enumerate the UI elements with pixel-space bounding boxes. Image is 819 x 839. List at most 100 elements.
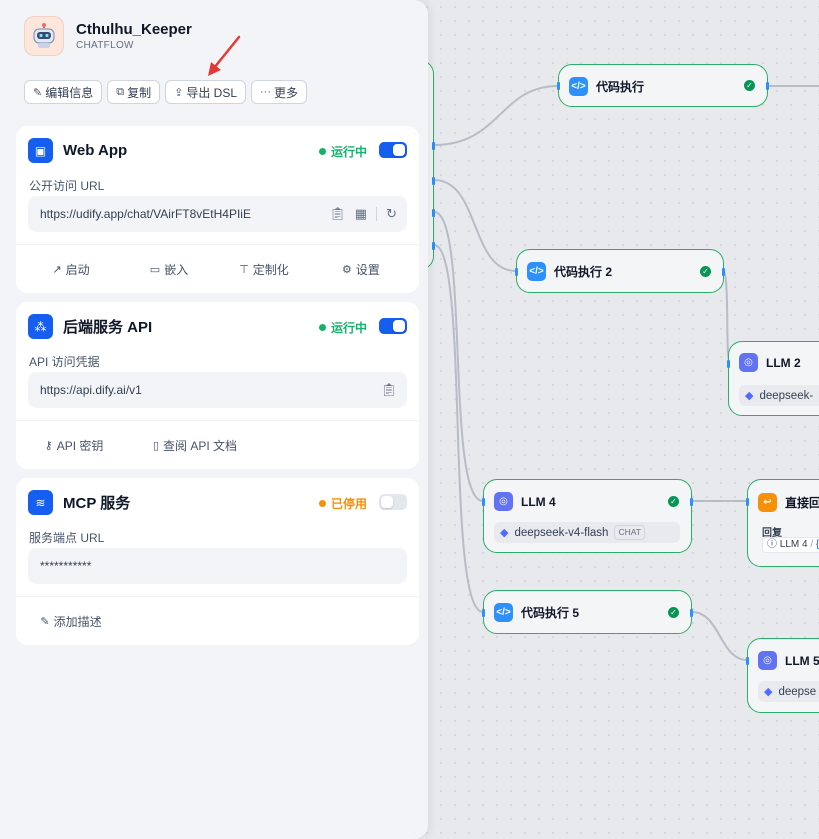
- code-icon: </>: [569, 77, 588, 96]
- node-port[interactable]: [432, 177, 435, 185]
- add-description-button[interactable]: ✎ 添加描述: [16, 613, 126, 630]
- success-check-icon: ✓: [700, 266, 711, 277]
- node-code-5[interactable]: </> 代码执行 5 ✓: [482, 590, 693, 634]
- mcp-title: MCP 服务: [63, 495, 131, 512]
- node-port[interactable]: [727, 360, 730, 368]
- paint-icon: ⊤: [239, 264, 249, 276]
- webapp-card: ▣ Web App 运行中 公开访问 URL https://udify.app…: [16, 126, 419, 293]
- node-title: LLM 5: [785, 653, 819, 668]
- code-icon: </>: [494, 603, 513, 622]
- model-selector[interactable]: ◆ deepse: [758, 681, 819, 702]
- embed-button[interactable]: ▭ 嵌入: [126, 261, 212, 278]
- webapp-links: ↗ 启动 ▭ 嵌入 ⊤ 定制化 ⚙︎ 设置: [16, 261, 419, 278]
- node-title: LLM 4: [521, 494, 556, 509]
- settings-icon: ⚙︎: [342, 264, 352, 276]
- api-links: ⚷ API 密钥 ▯ 查阅 API 文档: [16, 437, 419, 454]
- node-port[interactable]: [482, 498, 485, 506]
- clipboard-icon[interactable]: 📋︎: [380, 382, 397, 398]
- robot-icon: [33, 23, 55, 48]
- node-llm-2[interactable]: ◎ LLM 2 ◆ deepseek-: [727, 341, 819, 416]
- answer-icon: ↩: [758, 493, 777, 512]
- more-button[interactable]: ··· 更多: [251, 80, 308, 104]
- launch-icon: ↗: [52, 264, 62, 276]
- node-answer[interactable]: ↩ 直接回 回复 ⓘ LLM 4 / {: [746, 479, 819, 567]
- api-url-field: https://api.dify.ai/v1 📋︎: [28, 372, 407, 408]
- mcp-status: 已停用: [318, 495, 367, 512]
- success-check-icon: ✓: [668, 496, 679, 507]
- edit-info-button[interactable]: ✎ 编辑信息: [24, 80, 103, 104]
- settings-button[interactable]: ⚙︎ 设置: [316, 261, 406, 278]
- embed-icon: ▭: [149, 264, 161, 276]
- mcp-icon: ≋: [28, 490, 53, 515]
- mcp-links: ✎ 添加描述: [16, 613, 419, 630]
- model-mode-tag: CHAT: [614, 525, 645, 540]
- app-avatar: [24, 16, 64, 56]
- clipboard-icon[interactable]: 📋︎: [329, 206, 346, 222]
- edit-icon: ✎: [33, 86, 43, 99]
- refresh-icon[interactable]: ↻: [386, 206, 397, 222]
- status-dot-icon: [318, 500, 326, 507]
- launch-button[interactable]: ↗ 启动: [16, 261, 126, 278]
- deepseek-whale-icon: ◆: [745, 390, 754, 402]
- edit-icon: ✎: [40, 616, 50, 628]
- export-dsl-button[interactable]: ⇪ 导出 DSL: [165, 80, 247, 104]
- mcp-endpoint-label: 服务端点 URL: [29, 531, 105, 545]
- node-port[interactable]: [482, 609, 485, 617]
- node-port[interactable]: [722, 268, 725, 276]
- llm-icon: ◎: [494, 492, 513, 511]
- api-card: ⁂ 后端服务 API 运行中 API 访问凭据 https://api.dify…: [16, 302, 419, 469]
- node-code-2[interactable]: </> 代码执行 2 ✓: [515, 249, 725, 293]
- model-selector[interactable]: ◆ deepseek-: [739, 385, 819, 406]
- public-url-label: 公开访问 URL: [29, 179, 105, 193]
- api-docs-button[interactable]: ▯ 查阅 API 文档: [132, 437, 258, 454]
- node-port[interactable]: [690, 609, 693, 617]
- model-selector[interactable]: ◆ deepseek-v4-flash CHAT: [494, 522, 680, 543]
- node-port[interactable]: [690, 498, 693, 506]
- node-port[interactable]: [746, 498, 749, 506]
- node-port[interactable]: [432, 242, 435, 250]
- api-credential-label: API 访问凭据: [29, 355, 100, 369]
- webapp-toggle[interactable]: [379, 142, 407, 158]
- duplicate-button[interactable]: ⧉ 复制: [107, 80, 161, 104]
- node-llm-5[interactable]: ◎ LLM 5 ◆ deepse: [746, 638, 819, 713]
- app-actions: ✎ 编辑信息 ⧉ 复制 ⇪ 导出 DSL ··· 更多: [24, 80, 308, 104]
- node-code-1[interactable]: </> 代码执行 ✓: [557, 64, 769, 107]
- variable-ref[interactable]: ⓘ LLM 4 / {: [762, 537, 819, 553]
- more-icon: ···: [260, 86, 272, 98]
- node-port[interactable]: [432, 209, 435, 217]
- status-dot-icon: [318, 324, 326, 331]
- deepseek-whale-icon: ◆: [500, 527, 509, 539]
- node-title: 代码执行 2: [554, 265, 613, 279]
- code-icon: </>: [527, 262, 546, 281]
- qrcode-icon[interactable]: ▦: [355, 206, 367, 222]
- node-llm-4[interactable]: ◎ LLM 4 ✓ ◆ deepseek-v4-flash CHAT: [482, 479, 693, 553]
- mcp-card: ≋ MCP 服务 已停用 服务端点 URL *********** ✎ 添加描述: [16, 478, 419, 645]
- mcp-url-field: ***********: [28, 548, 407, 584]
- llm-icon: ◎: [758, 651, 777, 670]
- node-title: 代码执行 5: [521, 606, 580, 620]
- red-arrow-annotation-icon: [208, 35, 241, 76]
- export-icon: ⇪: [174, 86, 184, 99]
- node-title: 直接回: [785, 496, 819, 510]
- api-toggle[interactable]: [379, 318, 407, 334]
- node-port[interactable]: [432, 142, 435, 150]
- mcp-toggle[interactable]: [379, 494, 407, 510]
- node-port[interactable]: [515, 268, 518, 276]
- api-key-button[interactable]: ⚷ API 密钥: [16, 437, 132, 454]
- api-status: 运行中: [318, 319, 367, 336]
- api-icon: ⁂: [28, 314, 53, 339]
- node-title: LLM 2: [766, 355, 801, 370]
- node-port[interactable]: [766, 82, 769, 90]
- node-title: 代码执行: [596, 80, 645, 94]
- app-publish-panel: Cthulhu_Keeper CHATFLOW ✎ 编辑信息 ⧉ 复制 ⇪ 导出 DS…: [0, 0, 428, 839]
- llm-ref-icon: ⓘ: [767, 539, 777, 550]
- node-port[interactable]: [746, 657, 749, 665]
- app-type: CHATFLOW: [76, 40, 134, 51]
- webapp-status: 运行中: [318, 143, 367, 160]
- customize-button[interactable]: ⊤ 定制化: [212, 261, 316, 278]
- webapp-icon: ▣: [28, 138, 53, 163]
- api-title: 后端服务 API: [63, 319, 153, 336]
- status-dot-icon: [318, 148, 326, 155]
- book-icon: ▯: [152, 440, 160, 452]
- node-port[interactable]: [557, 82, 560, 90]
